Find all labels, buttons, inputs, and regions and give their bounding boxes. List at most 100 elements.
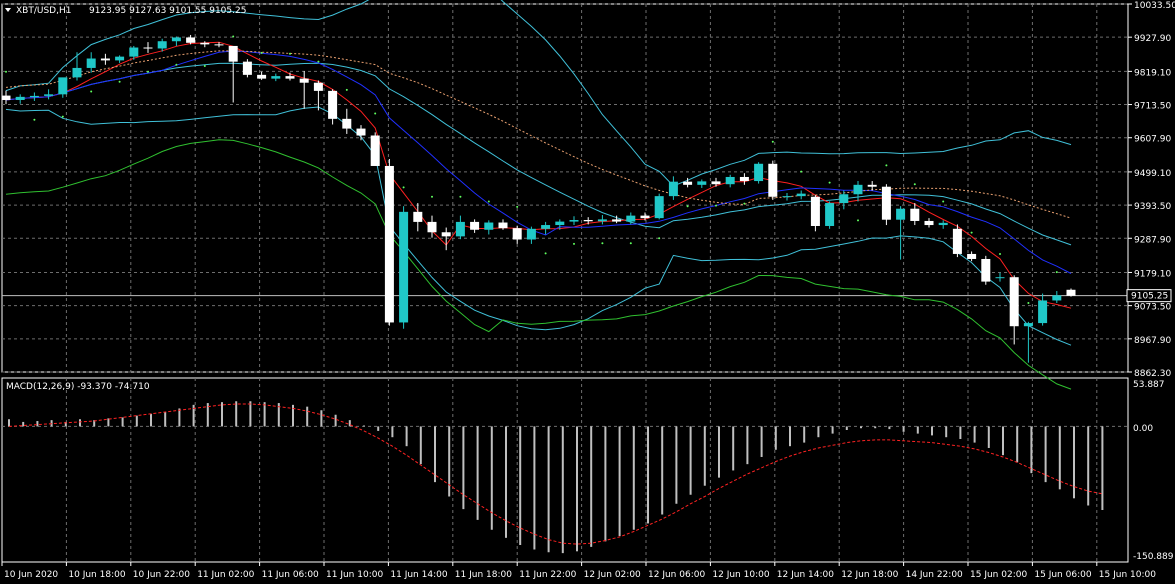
candle-body bbox=[967, 253, 977, 259]
price-axis-label: 8967.90 bbox=[1134, 336, 1171, 346]
candle-body bbox=[413, 211, 423, 222]
candle-body bbox=[981, 258, 991, 282]
sar-dot bbox=[33, 118, 36, 121]
sar-dot bbox=[516, 205, 519, 208]
candle-body bbox=[242, 61, 252, 75]
sar-dot bbox=[601, 242, 604, 245]
price-axis-label: 8862.30 bbox=[1134, 369, 1171, 379]
bollinger-upper bbox=[5, 0, 1072, 187]
candle-body bbox=[115, 56, 125, 61]
trading-chart[interactable]: 10033.50 9927.90 9819.10 9713.50 9607.90 9499… bbox=[0, 0, 1175, 584]
candle-body bbox=[356, 128, 366, 136]
price-axis-label: 9607.90 bbox=[1134, 135, 1171, 145]
sar-dot bbox=[431, 195, 433, 198]
sar-dot bbox=[147, 70, 149, 73]
sar-dot bbox=[999, 252, 1001, 255]
candle-body bbox=[597, 219, 607, 222]
candle-body bbox=[228, 45, 238, 62]
candle-body bbox=[299, 78, 309, 83]
candle-body bbox=[58, 77, 68, 95]
candle-body bbox=[853, 184, 863, 195]
time-axis-label: 11 Jun 14:00 bbox=[390, 570, 447, 580]
candle-body bbox=[157, 41, 167, 49]
time-axis-label: 15 Jun 10:00 bbox=[1099, 570, 1156, 580]
sar-dot bbox=[544, 252, 547, 255]
symbol-label: XBT/USD,H1 bbox=[16, 6, 71, 16]
candle-body bbox=[214, 44, 224, 46]
candle-body bbox=[626, 215, 636, 222]
macd-title: MACD(12,26,9) -93.370 -74.710 bbox=[6, 382, 150, 392]
candle-body bbox=[171, 37, 181, 42]
candle-body bbox=[924, 220, 934, 226]
sar-dot bbox=[5, 70, 7, 73]
indicator-overlays bbox=[2, 0, 1128, 390]
time-axis-label: 11 Jun 22:00 bbox=[519, 570, 576, 580]
sar-dot bbox=[800, 170, 803, 173]
candle-body bbox=[754, 163, 764, 182]
sar-dot bbox=[629, 242, 632, 245]
candle-body bbox=[427, 221, 437, 233]
sar-dot bbox=[942, 200, 945, 203]
candle-body bbox=[697, 181, 707, 185]
candle-body bbox=[1066, 289, 1076, 296]
sar-dot bbox=[743, 202, 746, 205]
price-axis-label: 9179.10 bbox=[1134, 269, 1171, 279]
sar-dot bbox=[118, 80, 121, 83]
sar-dot bbox=[913, 183, 916, 186]
oscillator-line bbox=[5, 139, 1072, 390]
candle-body bbox=[654, 196, 664, 219]
candle-body bbox=[370, 135, 380, 166]
candle-body bbox=[1052, 295, 1062, 301]
sar-dot bbox=[289, 52, 291, 55]
price-axis-label: 9287.90 bbox=[1134, 235, 1171, 245]
sar-dot bbox=[260, 51, 263, 54]
candle-body bbox=[44, 94, 54, 96]
triangle-down-icon[interactable] bbox=[5, 8, 11, 12]
candle-body bbox=[328, 90, 338, 119]
time-axis-label: 10 Jun 22:00 bbox=[133, 570, 190, 580]
time-axis-label: 12 Jun 02:00 bbox=[584, 570, 641, 580]
candle-body bbox=[612, 219, 622, 222]
fast-moving-average bbox=[5, 41, 1072, 309]
time-axis-label: 12 Jun 06:00 bbox=[648, 570, 705, 580]
current-price-tag: 9105.25 bbox=[1131, 292, 1168, 302]
price-axis-label: 9927.90 bbox=[1134, 34, 1171, 44]
candlestick-series[interactable] bbox=[1, 34, 1076, 363]
sar-dot bbox=[828, 181, 831, 184]
candle-body bbox=[1009, 277, 1019, 327]
sar-dot bbox=[317, 60, 320, 63]
sar-dot bbox=[771, 140, 774, 143]
candle-body bbox=[526, 228, 536, 240]
sar-dot bbox=[90, 90, 93, 93]
sar-dot bbox=[686, 205, 689, 208]
macd-axis-max: 53.887 bbox=[1133, 380, 1165, 390]
candle-body bbox=[711, 181, 721, 185]
sar-dot bbox=[715, 204, 717, 207]
candle-body bbox=[441, 232, 451, 237]
time-axis-label: 11 Jun 02:00 bbox=[197, 570, 254, 580]
candle-body bbox=[200, 42, 210, 45]
chart-axes: 10033.50 9927.90 9819.10 9713.50 9607.90 9499… bbox=[1, 1, 1175, 580]
candle-body bbox=[186, 37, 196, 43]
candle-body bbox=[739, 176, 749, 182]
time-axis-label: 11 Jun 10:00 bbox=[326, 570, 383, 580]
candle-body bbox=[668, 181, 678, 197]
candle-body bbox=[555, 221, 565, 226]
sar-dot bbox=[232, 35, 235, 38]
candle-body bbox=[896, 208, 906, 220]
time-axis-label: 12 Jun 18:00 bbox=[841, 570, 898, 580]
candle-body bbox=[867, 184, 877, 187]
time-axis-label: 10 Jun 2020 bbox=[4, 570, 58, 580]
macd-panel-frame bbox=[1, 377, 1129, 563]
sar-dot bbox=[402, 186, 405, 189]
price-axis-label: 9819.10 bbox=[1134, 68, 1171, 78]
candle-body bbox=[1, 95, 11, 100]
candle-body bbox=[86, 58, 96, 68]
candle-body bbox=[257, 74, 267, 79]
candle-body bbox=[72, 67, 82, 78]
candle-body bbox=[455, 221, 465, 237]
price-axis-label: 9393.50 bbox=[1134, 202, 1171, 212]
sar-dot bbox=[1055, 271, 1058, 274]
candle-body bbox=[15, 96, 25, 100]
candle-body bbox=[683, 181, 693, 185]
